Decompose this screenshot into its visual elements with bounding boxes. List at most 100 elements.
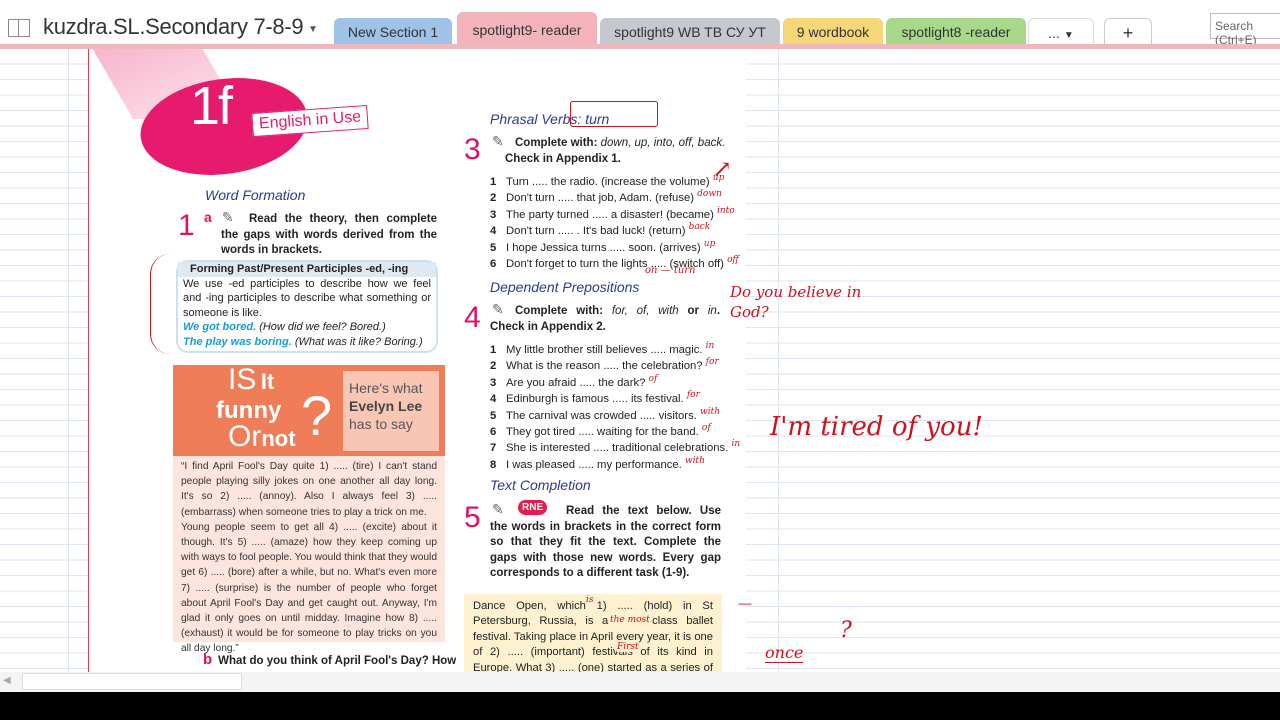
handwritten-answer: First bbox=[617, 642, 639, 652]
margin-line-red bbox=[88, 49, 89, 672]
scroll-left-arrow-icon[interactable]: ◀ bbox=[3, 675, 11, 686]
handwritten-answer: for bbox=[705, 357, 719, 368]
list-item: 2 Don't turn ..... that job, Adam. (refus… bbox=[490, 189, 739, 207]
item-number: 7 bbox=[490, 442, 497, 455]
tab-spotlight9-wb[interactable]: spotlight9 WB TB СУ УТ bbox=[600, 18, 780, 46]
tab-more-sections[interactable]: ... ▼ bbox=[1028, 18, 1094, 46]
instruction-words: down, up, into, off, back. bbox=[600, 137, 726, 149]
exercise-instruction-2: Check in Appendix 1. bbox=[505, 153, 621, 165]
handwritten-bracket bbox=[150, 254, 170, 354]
list-item: 2 What is the reason ..... the celebratio… bbox=[490, 357, 740, 375]
notebook-title[interactable]: kuzdra.SL.Secondary 7-8-9 bbox=[43, 14, 304, 40]
search-input[interactable]: Search (Ctrl+E) bbox=[1210, 13, 1280, 47]
subexercise-label: a bbox=[204, 209, 212, 225]
tab-spotlight8-reader[interactable]: spotlight8 -reader bbox=[886, 18, 1026, 46]
item-number: 3 bbox=[490, 208, 497, 221]
list-item: 1 My little brother still believes ..... … bbox=[490, 341, 740, 359]
exercise-number: 5 bbox=[464, 501, 481, 534]
onenote-window: kuzdra.SL.Secondary 7-8-9 ▼ New Section … bbox=[0, 0, 1280, 692]
handwritten-answer: with bbox=[684, 455, 705, 466]
handwritten-note-2: I'm tired of you! bbox=[770, 412, 983, 442]
story-text: “I find April Fool's Day quite 1) ..... … bbox=[173, 456, 445, 654]
exercise-number: 3 bbox=[464, 133, 481, 166]
instruction-text: Complete with: bbox=[515, 137, 601, 149]
list-item: 3 Are you afraid ..... the dark? of bbox=[490, 373, 740, 392]
handwritten-arrow-icon: ↗ bbox=[712, 155, 733, 183]
section-dependent-prepositions: Dependent Prepositions bbox=[490, 279, 640, 295]
banner-side-box: Here's what Evelyn Lee has to say bbox=[343, 371, 439, 451]
unit-number: 1f bbox=[190, 76, 233, 136]
section-word-formation: Word Formation bbox=[205, 187, 306, 203]
chevron-down-icon: ▼ bbox=[1063, 30, 1074, 41]
subexercise-label: b bbox=[203, 651, 213, 668]
handwritten-note-4: ? bbox=[840, 618, 852, 643]
handwritten-note-1: Do you believe in God? bbox=[730, 283, 862, 321]
subexercise-b: b What do you think of April Fool's Day? … bbox=[203, 651, 456, 668]
theory-box-title: Forming Past/Present Participles -ed, -i… bbox=[178, 262, 436, 277]
margin-line bbox=[68, 49, 69, 672]
chevron-down-icon[interactable]: ▼ bbox=[308, 24, 318, 35]
item-text: My little brother still believes ..... m… bbox=[506, 344, 703, 356]
example-2-sentence: The play was boring. bbox=[183, 335, 292, 348]
item-text: Are you afraid ..... the dark? bbox=[506, 376, 646, 389]
notebook-icon[interactable] bbox=[8, 19, 30, 37]
tab-spotlight9-reader[interactable]: spotlight9- reader bbox=[457, 12, 597, 46]
more-label: ... bbox=[1048, 25, 1060, 41]
item-number: 5 bbox=[490, 409, 497, 422]
handwritten-box bbox=[570, 101, 658, 127]
title-bar: kuzdra.SL.Secondary 7-8-9 ▼ New Section … bbox=[0, 0, 1280, 49]
handwritten-answer: with bbox=[700, 406, 720, 417]
item-number: 4 bbox=[490, 225, 497, 238]
banner-word-not: not bbox=[261, 426, 296, 451]
handwritten-answer: the most bbox=[610, 615, 650, 625]
item-number: 1 bbox=[490, 344, 497, 356]
handwritten-answer: down bbox=[697, 189, 722, 200]
item-text: The carnival was crowded ..... visitors. bbox=[506, 409, 697, 422]
handwritten-answer: of bbox=[648, 373, 658, 384]
banner-heading: IS It funny Ornot bbox=[216, 365, 296, 455]
exercise-instruction: Complete with: down, up, into, off, back… bbox=[515, 136, 745, 152]
banner-line-3: Ornot bbox=[228, 422, 296, 455]
item-number: 4 bbox=[490, 393, 497, 406]
list-item: 5 I hope Jessica turns ..... soon. (arriv… bbox=[490, 239, 739, 257]
tab-9-wordbook[interactable]: 9 wordbook bbox=[783, 18, 883, 46]
item-text: Don't turn ..... that job, Adam. (refuse… bbox=[506, 192, 695, 205]
pencil-icon: ✎ bbox=[492, 133, 504, 149]
example-2-note: (What was it like? Boring.) bbox=[294, 335, 423, 348]
scrollbar-thumb[interactable] bbox=[22, 673, 242, 690]
handwritten-dash: — bbox=[738, 596, 752, 612]
list-item: 4 Don't turn ..... . It's bad luck! (retu… bbox=[490, 222, 739, 240]
banner-word-or: Or bbox=[228, 420, 262, 453]
banner-word-is: IS bbox=[228, 363, 257, 396]
item-text: The party turned ..... a disaster! (beca… bbox=[506, 208, 714, 221]
add-section-button[interactable]: + bbox=[1104, 18, 1152, 46]
page-divider bbox=[778, 49, 779, 672]
exercise-4-items: 1 My little brother still believes ..... … bbox=[490, 341, 741, 474]
banner-question-mark: ? bbox=[301, 384, 333, 447]
instruction-or: or bbox=[678, 305, 708, 317]
list-item: 6 Don't forget to turn the lights ..... (… bbox=[490, 255, 739, 273]
section-text-completion: Text Completion bbox=[490, 477, 591, 493]
item-number: 5 bbox=[490, 241, 497, 254]
item-text: What is the reason ..... the celebration… bbox=[506, 360, 703, 373]
exercise-3-items: 1 Turn ..... the radio. (increase the vol… bbox=[490, 173, 739, 273]
item-number: 1 bbox=[490, 176, 497, 188]
theory-box-text: We use -ed participles to describe how w… bbox=[183, 277, 431, 319]
handwritten-answer: in bbox=[731, 439, 741, 450]
list-item: 6 They got tired ..... waiting for the ba… bbox=[490, 423, 740, 441]
handwritten-answer: of bbox=[701, 423, 711, 434]
exercise-instruction: Complete with: for, of, with or in. Chec… bbox=[490, 304, 720, 335]
list-item: 8 I was pleased ..... my performance. wit… bbox=[490, 455, 740, 474]
exercise-number: 1 bbox=[178, 209, 195, 242]
item-number: 3 bbox=[490, 376, 497, 389]
handwritten-note-3: once bbox=[765, 643, 804, 663]
tab-new-section-1[interactable]: New Section 1 bbox=[334, 18, 452, 46]
banner-side-author: Evelyn Lee bbox=[349, 398, 423, 414]
exercise-instruction: Read the text below. Use the words in br… bbox=[490, 505, 721, 579]
item-text: I hope Jessica turns ..... soon. (arrive… bbox=[506, 241, 701, 254]
banner-line-1: IS It bbox=[228, 365, 296, 398]
subexercise-b-text: What do you think of April Fool's Day? H… bbox=[218, 655, 457, 667]
item-text: They got tired ..... waiting for the ban… bbox=[506, 426, 699, 439]
item-text: She is interested ..... traditional cele… bbox=[506, 442, 729, 455]
example-2: The play was boring. (What was it like? … bbox=[183, 335, 431, 350]
